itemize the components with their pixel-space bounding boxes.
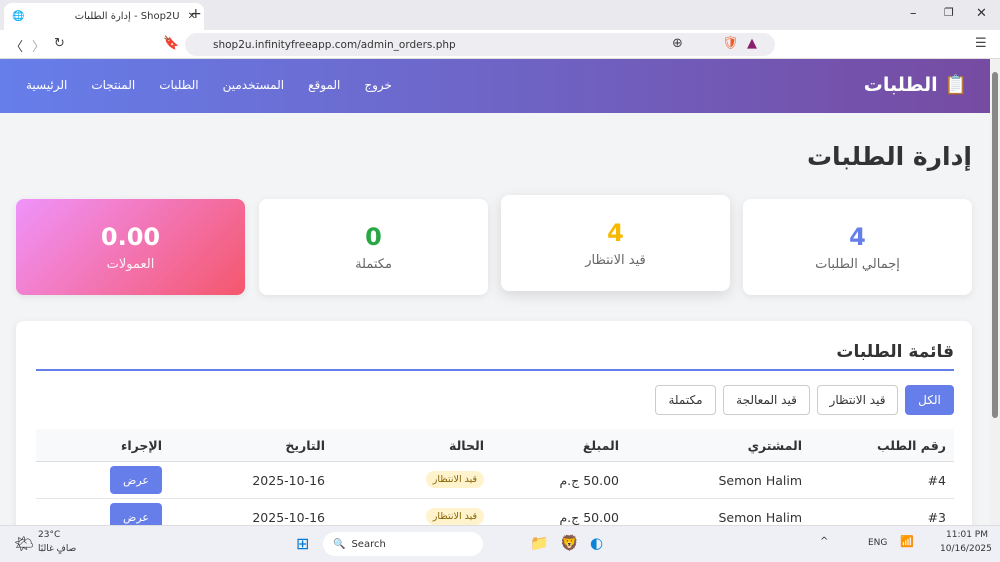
- divider: [36, 369, 954, 371]
- status-badge: قيد الانتظار: [425, 508, 484, 525]
- brave-shield-icon[interactable]: 🛡: [722, 36, 739, 51]
- page-title: إدارة الطلبات: [806, 142, 972, 171]
- weather-text: صافٍ غالبًا: [38, 544, 77, 554]
- edge-icon[interactable]: ◐: [590, 534, 603, 552]
- stat-value: 4: [849, 223, 866, 251]
- stat-label: قيد الانتظار: [585, 253, 646, 268]
- tab-title: إدارة الطلبات - Shop2U: [74, 11, 180, 22]
- table-row: #4 Semon Halim 50.00 ج.م قيد الانتظار 20…: [36, 462, 954, 499]
- stat-label: إجمالي الطلبات: [815, 257, 900, 272]
- weather-temp: 23°C: [38, 530, 61, 540]
- orders-title: قائمة الطلبات: [836, 342, 954, 362]
- tray-chevron-icon[interactable]: ^: [820, 536, 828, 547]
- clock-date[interactable]: 10/16/2025: [940, 544, 992, 554]
- stat-value: 0.00: [100, 223, 161, 251]
- status-badge: قيد الانتظار: [425, 471, 484, 488]
- order-id: #3: [927, 510, 946, 525]
- col-action: الإجراء: [120, 438, 162, 453]
- brand: 📋 الطلبات: [864, 73, 968, 96]
- address-bar[interactable]: shop2u.infinityfreeapp.com/admin_orders.…: [185, 33, 775, 56]
- forward-icon[interactable]: 〉: [32, 36, 45, 55]
- view-button[interactable]: عرض: [110, 466, 162, 494]
- clock-time[interactable]: 11:01 PM: [946, 530, 988, 540]
- stat-total-orders: 4 إجمالي الطلبات: [743, 199, 972, 295]
- nav-home[interactable]: الرئيسية: [26, 78, 67, 92]
- col-id: رقم الطلب: [876, 438, 946, 453]
- stat-completed: 0 مكتملة: [259, 199, 488, 295]
- stat-value: 4: [607, 219, 624, 247]
- url-text: shop2u.infinityfreeapp.com/admin_orders.…: [213, 38, 456, 51]
- clipboard-icon: 📋: [944, 74, 968, 96]
- col-date: التاريخ: [285, 438, 325, 453]
- brave-icon[interactable]: 🦁: [560, 534, 579, 552]
- zoom-icon[interactable]: ⊕: [672, 36, 683, 51]
- back-icon[interactable]: 〈: [10, 36, 23, 55]
- language-indicator[interactable]: ENG: [868, 538, 887, 548]
- nav-users[interactable]: المستخدمين: [223, 78, 284, 92]
- search-label: Search: [351, 538, 386, 550]
- stat-commissions: 0.00 العمولات: [16, 199, 245, 295]
- start-icon[interactable]: ⊞: [296, 534, 309, 553]
- tab-bar: 🌐 إدارة الطلبات - Shop2U ✕ + – ❐ ✕: [0, 0, 1000, 30]
- browser-tab[interactable]: 🌐 إدارة الطلبات - Shop2U ✕: [4, 3, 204, 30]
- stat-value: 0: [365, 223, 382, 251]
- col-buyer: المشتري: [747, 438, 802, 453]
- file-explorer-icon[interactable]: 📁: [530, 534, 549, 552]
- nav-products[interactable]: المنتجات: [91, 78, 135, 92]
- filter-processing[interactable]: قيد المعالجة: [723, 385, 810, 415]
- brand-title: الطلبات: [863, 74, 938, 96]
- reload-icon[interactable]: ↻: [54, 36, 65, 51]
- search-icon: 🔍: [333, 538, 346, 550]
- order-amount: 50.00 ج.م: [559, 510, 619, 525]
- main-nav: الرئيسية المنتجات الطلبات المستخدمين الم…: [26, 78, 392, 92]
- order-date: 2025-10-16: [252, 510, 325, 525]
- filter-completed[interactable]: مكتملة: [655, 385, 716, 415]
- taskbar-search[interactable]: 🔍 Search: [323, 532, 483, 556]
- minimize-icon[interactable]: –: [910, 6, 917, 21]
- new-tab-icon[interactable]: +: [190, 6, 202, 22]
- scrollbar-thumb[interactable]: [992, 72, 998, 418]
- weather-icon: 🌤: [14, 534, 35, 553]
- close-window-icon[interactable]: ✕: [976, 6, 987, 21]
- nav-logout[interactable]: خروج: [364, 78, 392, 92]
- bookmark-icon[interactable]: 🔖: [163, 36, 179, 51]
- col-amount: المبلغ: [582, 438, 619, 453]
- col-status: الحالة: [449, 438, 484, 453]
- table-header: رقم الطلب المشتري المبلغ الحالة التاريخ …: [36, 429, 954, 462]
- wifi-icon[interactable]: 📶: [900, 535, 914, 548]
- stat-label: مكتملة: [355, 257, 392, 272]
- order-id: #4: [927, 473, 946, 488]
- nav-site[interactable]: الموقع: [308, 78, 340, 92]
- taskbar: 🌤 23°C صافٍ غالبًا ⊞ 🔍 Search 📁 🦁 ◐ ^ ENG…: [0, 525, 1000, 562]
- nav-orders[interactable]: الطلبات: [159, 78, 198, 92]
- site-header: 📋 الطلبات الرئيسية المنتجات الطلبات المس…: [0, 59, 990, 113]
- stat-pending: 4 قيد الانتظار: [501, 195, 730, 291]
- order-buyer: Semon Halim: [718, 473, 802, 488]
- filter-all[interactable]: الكل: [905, 385, 954, 415]
- order-date: 2025-10-16: [252, 473, 325, 488]
- order-amount: 50.00 ج.م: [559, 473, 619, 488]
- menu-icon[interactable]: ☰: [975, 36, 987, 51]
- stat-label: العمولات: [106, 257, 155, 272]
- filter-pending[interactable]: قيد الانتظار: [817, 385, 898, 415]
- order-buyer: Semon Halim: [718, 510, 802, 525]
- restore-icon[interactable]: ❐: [944, 6, 954, 19]
- brave-rewards-icon[interactable]: ▲: [747, 36, 757, 51]
- globe-icon: 🌐: [12, 11, 25, 22]
